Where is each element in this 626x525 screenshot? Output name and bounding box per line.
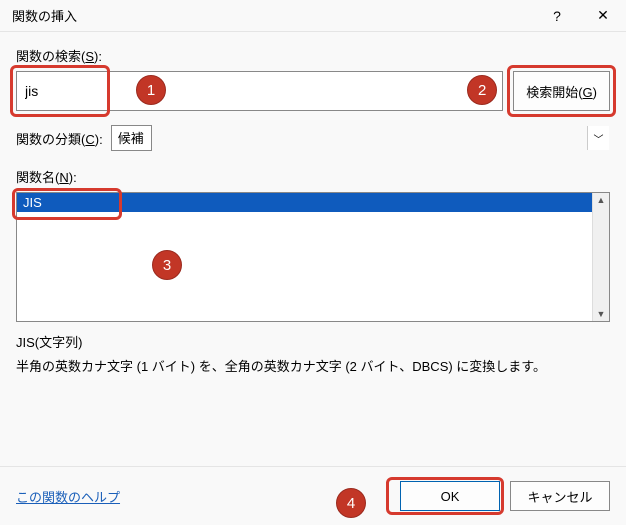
scroll-up-icon: ▲	[597, 195, 606, 205]
cancel-button[interactable]: キャンセル	[510, 481, 610, 511]
list-item[interactable]: JIS	[17, 193, 609, 212]
function-description: 半角の英数カナ文字 (1 バイト) を、全角の英数カナ文字 (2 バイト、DBC…	[16, 357, 610, 377]
close-button[interactable]: ✕	[580, 0, 626, 32]
function-name-label: 関数名(N):	[16, 167, 610, 186]
annotation-badge-4: 4	[336, 488, 366, 518]
window-title: 関数の挿入	[12, 6, 534, 25]
dialog-footer: この関数のヘルプ 4 OK キャンセル	[0, 466, 626, 525]
help-button[interactable]: ?	[534, 0, 580, 32]
search-start-button[interactable]: 検索開始(G)	[513, 71, 610, 111]
scroll-down-icon: ▼	[597, 309, 606, 319]
ok-button[interactable]: OK	[400, 481, 500, 511]
dialog-content: 関数の検索(S): 1 2 検索開始(G) 関数の分類(C): 候補 ﹀ 関数名…	[0, 32, 626, 385]
function-syntax: JIS(文字列)	[16, 332, 610, 351]
category-select[interactable]: 候補	[111, 125, 152, 151]
search-label: 関数の検索(S):	[16, 46, 610, 65]
search-input[interactable]	[16, 71, 503, 111]
titlebar: 関数の挿入 ? ✕	[0, 0, 626, 32]
category-label: 関数の分類(C):	[16, 129, 103, 148]
scrollbar[interactable]: ▲ ▼	[592, 193, 609, 321]
function-listbox[interactable]: JIS ▲ ▼	[16, 192, 610, 322]
help-link[interactable]: この関数のヘルプ	[16, 487, 120, 506]
chevron-down-icon: ﹀	[587, 126, 609, 150]
